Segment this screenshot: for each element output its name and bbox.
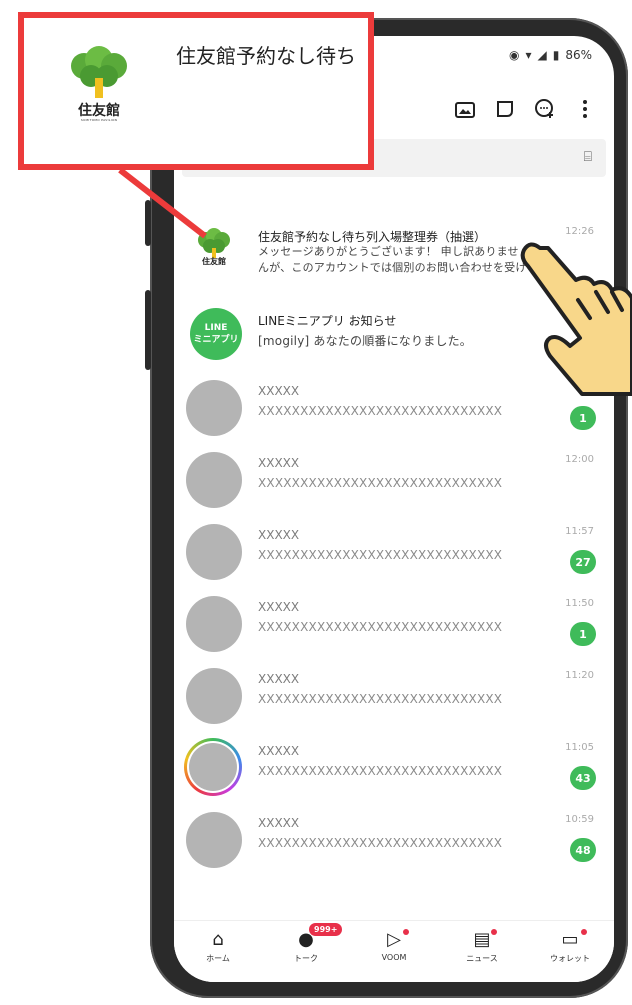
chat-message: XXXXXXXXXXXXXXXXXXXXXXXXXXXXX <box>258 692 503 706</box>
chat-message: メッセージありがとうございます！ 申し訳ありませんが、このアカウントでは個別のお… <box>258 245 527 274</box>
chat-message: XXXXXXXXXXXXXXXXXXXXXXXXXXXXX <box>258 764 503 778</box>
nav-label: トーク <box>294 954 318 963</box>
nav-label: ウォレット <box>550 954 590 963</box>
chat-name: XXXXX <box>258 816 300 830</box>
scan-icon[interactable]: ⌸ <box>584 149 592 165</box>
logo-text: 住友館 <box>78 103 120 119</box>
avatar <box>186 380 242 436</box>
battery-level: 86% <box>565 48 592 62</box>
unread-count-badge: 999+ <box>309 923 343 936</box>
sumitomo-avatar: 住友館 <box>194 228 234 278</box>
chat-message: [mogily] あなたの順番になりました。 <box>258 334 472 348</box>
news-icon: ▤ <box>473 929 491 950</box>
wifi-icon: ▾ <box>525 48 532 62</box>
sumitomo-logo-text: 住友館 <box>202 257 226 266</box>
power-button <box>145 290 151 370</box>
unread-badge: 43 <box>570 766 596 790</box>
chat-name: XXXXX <box>258 456 300 470</box>
chat-message: XXXXXXXXXXXXXXXXXXXXXXXXXXXXX <box>258 404 503 418</box>
open-chat-icon[interactable] <box>494 98 516 120</box>
chat-message: XXXXXXXXXXXXXXXXXXXXXXXXXXXXX <box>258 836 503 850</box>
volume-button <box>145 200 151 246</box>
avatar <box>186 524 242 580</box>
chat-name: 住友館予約なし待ち列入場整理券（抽選） <box>258 230 487 244</box>
chat-time: 11:50 <box>565 598 594 609</box>
chat-time: 11:57 <box>565 526 594 537</box>
new-chat-icon[interactable] <box>534 98 556 120</box>
eye-icon: ◉ <box>508 48 520 62</box>
bottom-nav: ⌂ ホーム ● 999+ トーク ▷ VOOM ▤ ニュース ▭ ウォレット <box>174 920 614 982</box>
nav-home[interactable]: ⌂ ホーム <box>183 929 253 964</box>
unread-badge: 48 <box>570 838 596 862</box>
chat-row[interactable]: XXXXX XXXXXXXXXXXXXXXXXXXXXXXXXXXXX 11:0… <box>174 736 614 802</box>
chat-row[interactable]: XXXXX XXXXXXXXXXXXXXXXXXXXXXXXXXXXX 12:0… <box>174 448 614 514</box>
chat-row[interactable]: XXXXX XXXXXXXXXXXXXXXXXXXXXXXXXXXXX 10:5… <box>174 808 614 874</box>
tapping-hand-icon <box>520 242 632 396</box>
new-dot <box>491 929 497 935</box>
image-folder-icon[interactable] <box>454 98 476 120</box>
chat-time: 11:20 <box>565 670 594 681</box>
nav-label: VOOM <box>381 953 407 962</box>
chat-row[interactable]: XXXXX XXXXXXXXXXXXXXXXXXXXXXXXXXXXX 11:5… <box>174 592 614 658</box>
nav-voom[interactable]: ▷ VOOM <box>359 929 429 962</box>
nav-news[interactable]: ▤ ニュース <box>447 929 517 964</box>
chat-row[interactable]: XXXXX XXXXXXXXXXXXXXXXXXXXXXXXXXXXX 11:2… <box>174 664 614 730</box>
chat-name: XXXXX <box>258 744 300 758</box>
new-dot <box>581 929 587 935</box>
signal-icon: ◢ <box>537 48 547 62</box>
chat-time: 10:59 <box>565 814 594 825</box>
chat-toolbar <box>454 98 596 120</box>
sumitomo-logo: 住友館 SUMITOMO PAVILION <box>64 46 134 126</box>
chat-time: 12:00 <box>565 454 594 465</box>
new-dot <box>403 929 409 935</box>
chat-row[interactable]: XXXXX XXXXXXXXXXXXXXXXXXXXXXXXXXXXX 11:5… <box>174 520 614 586</box>
logo-subtext: SUMITOMO PAVILION <box>80 118 118 122</box>
nav-wallet[interactable]: ▭ ウォレット <box>535 929 605 964</box>
avatar <box>186 812 242 868</box>
chat-message: XXXXXXXXXXXXXXXXXXXXXXXXXXXXX <box>258 620 503 634</box>
status-bar: ◉ ▾ ◢ ▮ 86% <box>509 48 592 62</box>
avatar <box>189 743 237 791</box>
avatar <box>186 452 242 508</box>
home-icon: ⌂ <box>212 929 224 950</box>
nav-label: ニュース <box>466 954 498 963</box>
line-miniapp-avatar: LINE ミニアプリ <box>190 308 242 360</box>
chat-name: XXXXX <box>258 528 300 542</box>
nav-label: ホーム <box>206 954 230 963</box>
nav-talk[interactable]: ● 999+ トーク <box>271 923 343 964</box>
chat-name: LINEミニアプリ お知らせ <box>258 314 397 328</box>
voom-icon: ▷ <box>387 929 401 950</box>
wallet-icon: ▭ <box>561 929 579 950</box>
unread-badge: 27 <box>570 550 596 574</box>
callout-title: 住友館予約なし待ち <box>176 44 356 68</box>
avatar <box>186 596 242 652</box>
chat-name: XXXXX <box>258 384 300 398</box>
phone-screen: ◉ ▾ ◢ ▮ 86% ⌸ 住友館 住友館予約なし待ち列入場整理券（抽選） メッ… <box>174 36 614 982</box>
chat-time: 11:05 <box>565 742 594 753</box>
chat-message: XXXXXXXXXXXXXXXXXXXXXXXXXXXXX <box>258 476 503 490</box>
unread-badge: 1 <box>570 406 596 430</box>
chat-name: XXXXX <box>258 672 300 686</box>
avatar <box>186 668 242 724</box>
more-menu-icon[interactable] <box>574 98 596 120</box>
unread-badge: 1 <box>570 622 596 646</box>
chat-name: XXXXX <box>258 600 300 614</box>
zoom-callout: 住友館 SUMITOMO PAVILION 住友館予約なし待ち <box>18 12 374 170</box>
chat-message: XXXXXXXXXXXXXXXXXXXXXXXXXXXXX <box>258 548 503 562</box>
battery-icon: ▮ <box>552 48 560 62</box>
